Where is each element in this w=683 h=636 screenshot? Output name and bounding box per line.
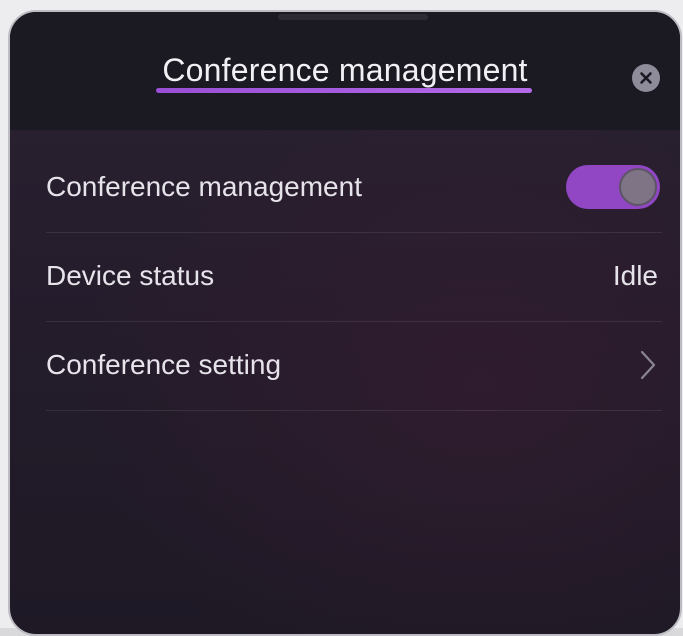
panel-header: Conference management xyxy=(10,12,680,130)
header-grip xyxy=(278,14,428,20)
page-title-label: Conference management xyxy=(162,52,528,88)
settings-list: Conference management Device status Idle… xyxy=(46,144,662,411)
device-status-label: Device status xyxy=(46,260,215,291)
conference-management-panel: Conference management Conference managem… xyxy=(8,10,682,636)
conference-setting-label: Conference setting xyxy=(46,349,282,380)
list-item-device-status: Device status Idle xyxy=(46,233,662,322)
toggle-knob xyxy=(619,168,657,206)
title-active-underline xyxy=(156,88,532,93)
page-title-wrap: Conference management xyxy=(10,52,680,93)
device-status-value: Idle xyxy=(612,260,658,291)
screen-frame: Conference management Conference managem… xyxy=(0,0,683,636)
conference-management-toggle[interactable] xyxy=(566,165,660,209)
chevron-right-icon xyxy=(640,350,656,380)
page-title: Conference management xyxy=(156,52,532,93)
list-item-conference-management: Conference management xyxy=(46,144,662,233)
conference-management-label: Conference management xyxy=(46,171,362,202)
list-item-conference-setting[interactable]: Conference setting xyxy=(46,322,662,411)
close-button[interactable] xyxy=(632,64,660,92)
close-icon xyxy=(640,72,652,84)
